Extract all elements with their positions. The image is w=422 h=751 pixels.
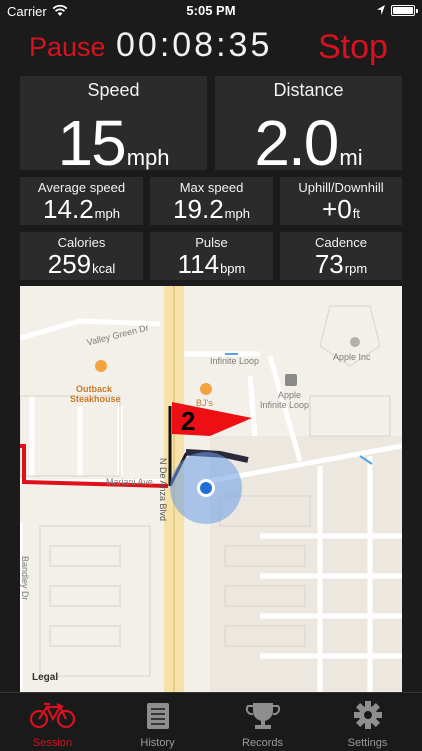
max-speed-title: Max speed (179, 180, 244, 195)
gear-icon (354, 701, 382, 729)
distance-unit: mi (339, 145, 363, 170)
pulse-title: Pulse (195, 235, 228, 250)
battery-icon (391, 5, 418, 16)
uphill-downhill-unit: ft (352, 206, 360, 221)
map-label-bandley: Bandley Dr (20, 556, 30, 601)
clock: 5:05 PM (186, 3, 236, 18)
calories-panel: Calories 259kcal (20, 232, 143, 280)
cadence-panel: Cadence 73rpm (280, 232, 402, 280)
distance-title: Distance (273, 80, 344, 100)
elapsed-timer: 00:08:35 (116, 26, 273, 64)
cadence-unit: rpm (344, 261, 368, 276)
cadence-title: Cadence (314, 235, 368, 250)
map-label-apple-inc: Apple Inc (333, 352, 371, 362)
speed-panel: Speed 15mph (20, 76, 207, 179)
max-speed-panel: Max speed 19.2mph (150, 177, 273, 225)
average-speed-panel: Average speed 14.2mph (20, 177, 143, 225)
flag-number: 2 (181, 406, 196, 436)
map-label-de-anza: N De Anza Blvd (158, 458, 168, 522)
tab-settings-label: Settings (347, 737, 388, 749)
uphill-downhill-value: +0ft (280, 194, 402, 225)
average-speed-unit: mph (94, 206, 120, 221)
stop-button[interactable]: Stop (318, 28, 388, 67)
average-speed-number: 14.2 (43, 194, 94, 224)
pulse-panel: Pulse 114bpm (150, 232, 273, 280)
map-legal-link[interactable]: Legal (32, 672, 58, 683)
speed-number: 15 (57, 107, 127, 179)
pause-button[interactable]: Pause (29, 32, 106, 63)
tab-session[interactable]: Session (0, 693, 105, 751)
pulse-unit: bpm (220, 261, 246, 276)
speed-value: 15mph (20, 106, 207, 180)
cadence-number: 73 (314, 249, 344, 279)
average-speed-title: Average speed (37, 180, 126, 195)
calories-unit: kcal (92, 261, 116, 276)
calories-title: Calories (57, 235, 106, 250)
bicycle-icon (29, 702, 76, 729)
tab-records-label: Records (242, 737, 283, 749)
pulse-value: 114bpm (150, 249, 273, 280)
map-label-apple-2: Infinite Loop (260, 400, 310, 410)
session-header: Pause 00:08:35 Stop (0, 22, 422, 70)
calories-number: 259 (47, 249, 92, 279)
location-arrow-icon (377, 5, 385, 15)
tab-session-label: Session (32, 737, 73, 749)
tab-history-label: History (140, 737, 175, 749)
status-bar: Carrier 5:05 PM (0, 0, 422, 22)
tab-history[interactable]: History (105, 693, 210, 751)
map-label-mariani: Mariani Ave (106, 477, 153, 487)
uphill-downhill-number: +0 (322, 194, 352, 224)
calories-value: 259kcal (20, 249, 143, 280)
distance-value: 2.0mi (215, 106, 402, 180)
map-label-outback-2: Steakhouse (70, 394, 121, 404)
trophy-icon (245, 703, 281, 729)
average-speed-value: 14.2mph (20, 194, 143, 225)
map-label-apple-1: Apple (278, 390, 302, 400)
tab-bar: Session History Records Settings (0, 692, 422, 750)
uphill-downhill-panel: Uphill/Downhill +0ft (280, 177, 402, 225)
route-map[interactable]: Valley Green Dr Outback Steakhouse BJ's … (20, 286, 402, 692)
speed-title: Speed (87, 80, 140, 100)
tab-records[interactable]: Records (210, 693, 315, 751)
tab-settings[interactable]: Settings (315, 693, 420, 751)
max-speed-unit: mph (224, 206, 250, 221)
map-label-bjs: BJ's (196, 398, 213, 408)
notebook-icon (147, 703, 169, 729)
map-label-outback-1: Outback (76, 384, 113, 394)
map-label-infinite-loop: Infinite Loop (210, 356, 260, 366)
speed-unit: mph (126, 145, 170, 170)
max-speed-number: 19.2 (173, 194, 224, 224)
uphill-downhill-title: Uphill/Downhill (298, 180, 384, 195)
distance-number: 2.0 (254, 107, 339, 179)
distance-panel: Distance 2.0mi (215, 76, 402, 179)
pulse-number: 114 (177, 249, 220, 279)
cadence-value: 73rpm (280, 249, 402, 280)
map-canvas (20, 286, 402, 692)
max-speed-value: 19.2mph (150, 194, 273, 225)
